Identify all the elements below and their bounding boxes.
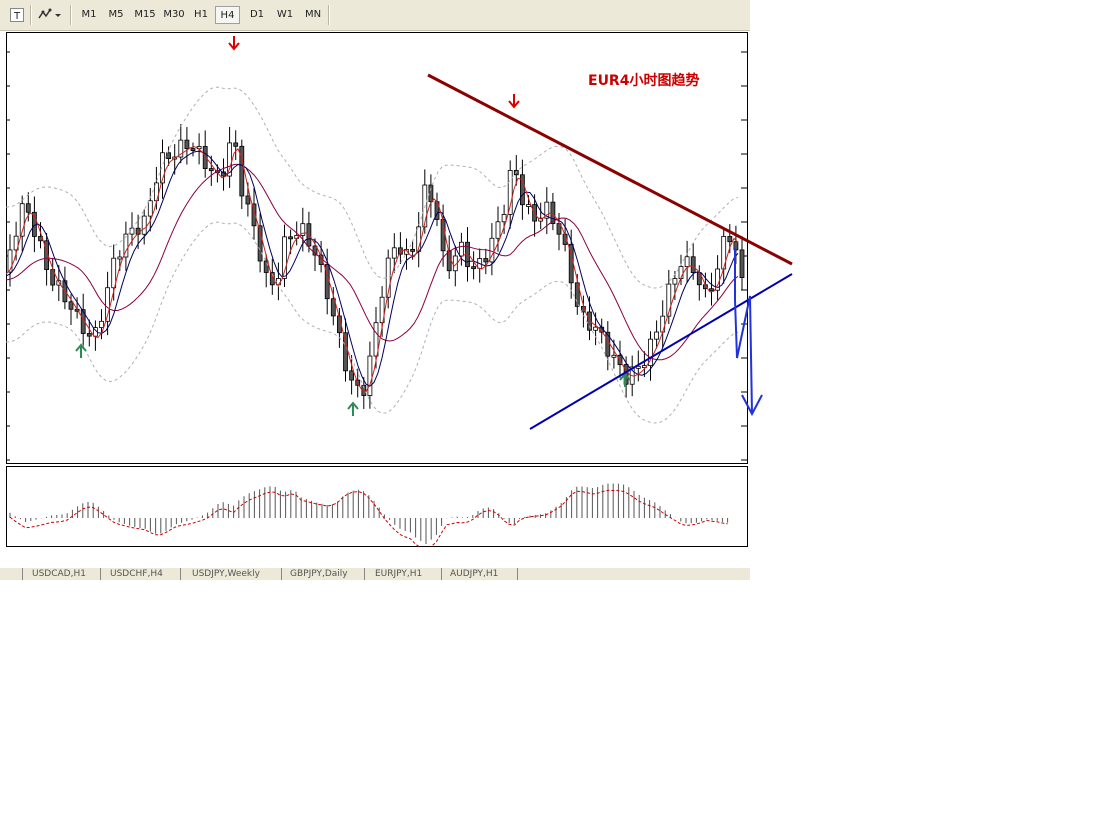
tab-usdjpy-weekly[interactable]: USDJPY,Weekly — [192, 569, 260, 579]
tab-gbpjpy-daily[interactable]: GBPJPY,Daily — [290, 569, 348, 579]
forecast-path — [734, 248, 753, 415]
tab-separator — [441, 568, 442, 580]
tab-audjpy-h1[interactable]: AUDJPY,H1 — [450, 569, 498, 579]
chart-tabs-bar: USDCAD,H1 USDCHF,H4 USDJPY,Weekly GBPJPY… — [0, 568, 750, 580]
tab-separator — [180, 568, 181, 580]
tab-usdcad-h1[interactable]: USDCAD,H1 — [32, 569, 86, 579]
resistance-trendline[interactable] — [427, 73, 793, 266]
tab-usdchf-h4[interactable]: USDCHF,H4 — [110, 569, 163, 579]
tab-separator — [22, 568, 23, 580]
tab-separator — [517, 568, 518, 580]
tab-separator — [100, 568, 101, 580]
tab-separator — [281, 568, 282, 580]
tab-eurjpy-h1[interactable]: EURJPY,H1 — [375, 569, 422, 579]
trendline-overlay — [427, 73, 793, 430]
macd-pane — [6, 466, 748, 547]
tab-separator — [364, 568, 365, 580]
